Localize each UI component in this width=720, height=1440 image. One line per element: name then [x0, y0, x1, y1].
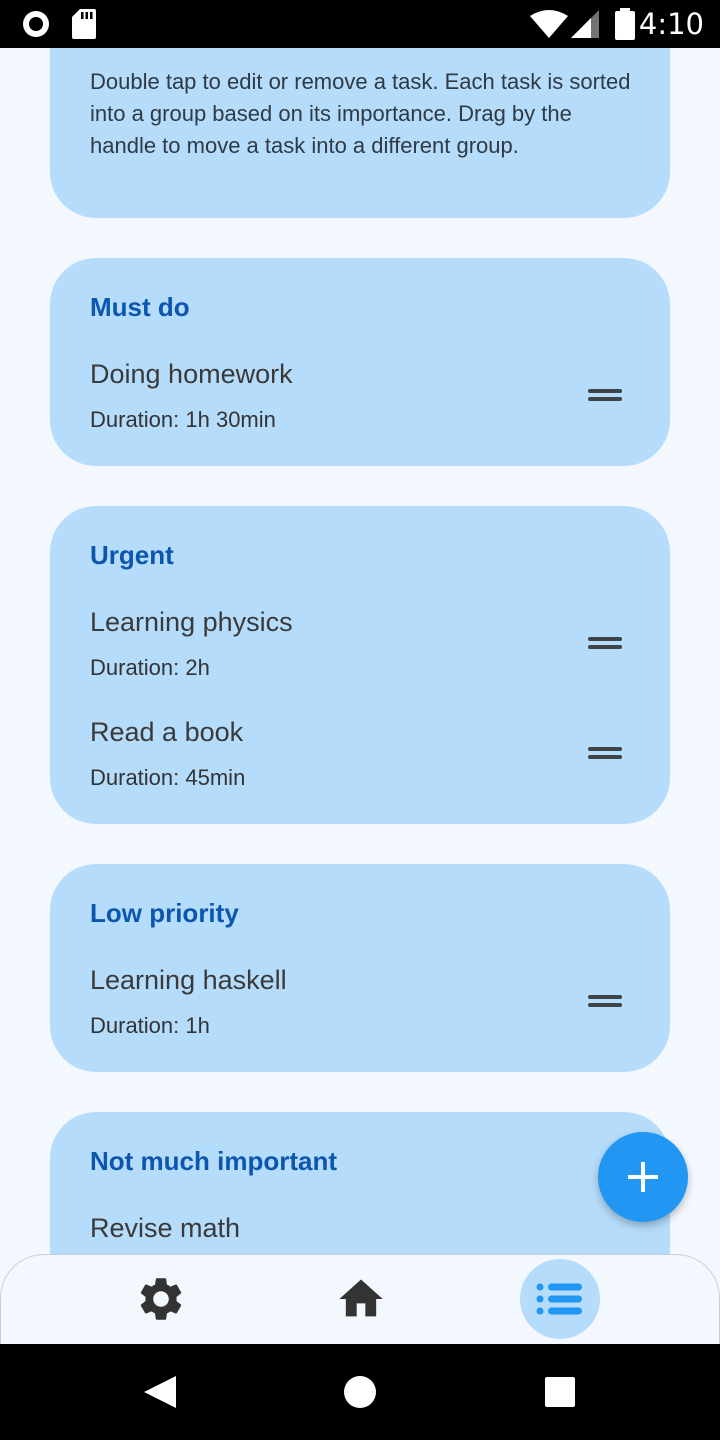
sd-card-icon: [72, 9, 96, 39]
group-card-not-much-important: Not much important Revise math: [50, 1112, 670, 1254]
cellular-signal-icon: [571, 10, 599, 38]
bottom-navigation: [0, 1254, 720, 1344]
battery-icon: [615, 8, 635, 40]
instructions-card: Double tap to edit or remove a task. Eac…: [50, 48, 670, 218]
task-duration: Duration: 1h 30min: [90, 407, 276, 432]
wifi-icon: [530, 10, 568, 38]
gear-icon: [140, 1278, 182, 1320]
status-bar: 4:10: [0, 0, 720, 48]
drag-handle-icon[interactable]: [588, 745, 622, 761]
clock-time: 4:10: [638, 7, 704, 41]
nav-home[interactable]: [321, 1259, 401, 1339]
group-title: Low priority: [90, 898, 239, 928]
group-title: Must do: [90, 292, 190, 322]
task-duration: Duration: 45min: [90, 765, 246, 790]
nav-tasks[interactable]: [520, 1259, 600, 1339]
drag-handle-icon[interactable]: [588, 635, 622, 651]
task-name: Doing homework: [90, 359, 293, 389]
task-name: Read a book: [90, 717, 244, 747]
drag-handle-icon[interactable]: [588, 387, 622, 403]
home-icon: [339, 1279, 383, 1317]
back-icon[interactable]: [142, 1374, 178, 1410]
list-icon: [536, 1283, 582, 1315]
task-duration: Duration: 1h: [90, 1013, 210, 1038]
instructions-text: Double tap to edit or remove a task. Eac…: [90, 69, 631, 158]
recents-icon[interactable]: [543, 1375, 577, 1409]
record-icon: [23, 11, 49, 37]
group-title: Not much important: [90, 1146, 337, 1176]
task-duration: Duration: 2h: [90, 655, 210, 680]
plus-icon: [628, 1162, 658, 1192]
group-card-low-priority: Low priority Learning haskell Duration: …: [50, 864, 670, 1072]
task-name: Learning physics: [90, 607, 293, 637]
home-circle-icon[interactable]: [342, 1374, 378, 1410]
task-name: Learning haskell: [90, 965, 287, 995]
group-title: Urgent: [90, 540, 174, 570]
add-task-button[interactable]: [598, 1132, 688, 1222]
nav-settings[interactable]: [121, 1259, 201, 1339]
group-card-urgent: Urgent Learning physics Duration: 2h Rea…: [50, 506, 670, 824]
task-list[interactable]: Double tap to edit or remove a task. Eac…: [0, 48, 720, 1254]
system-navigation-bar: [0, 1344, 720, 1440]
task-name: Revise math: [90, 1213, 241, 1243]
group-card-must-do: Must do Doing homework Duration: 1h 30mi…: [50, 258, 670, 466]
drag-handle-icon[interactable]: [588, 993, 622, 1009]
